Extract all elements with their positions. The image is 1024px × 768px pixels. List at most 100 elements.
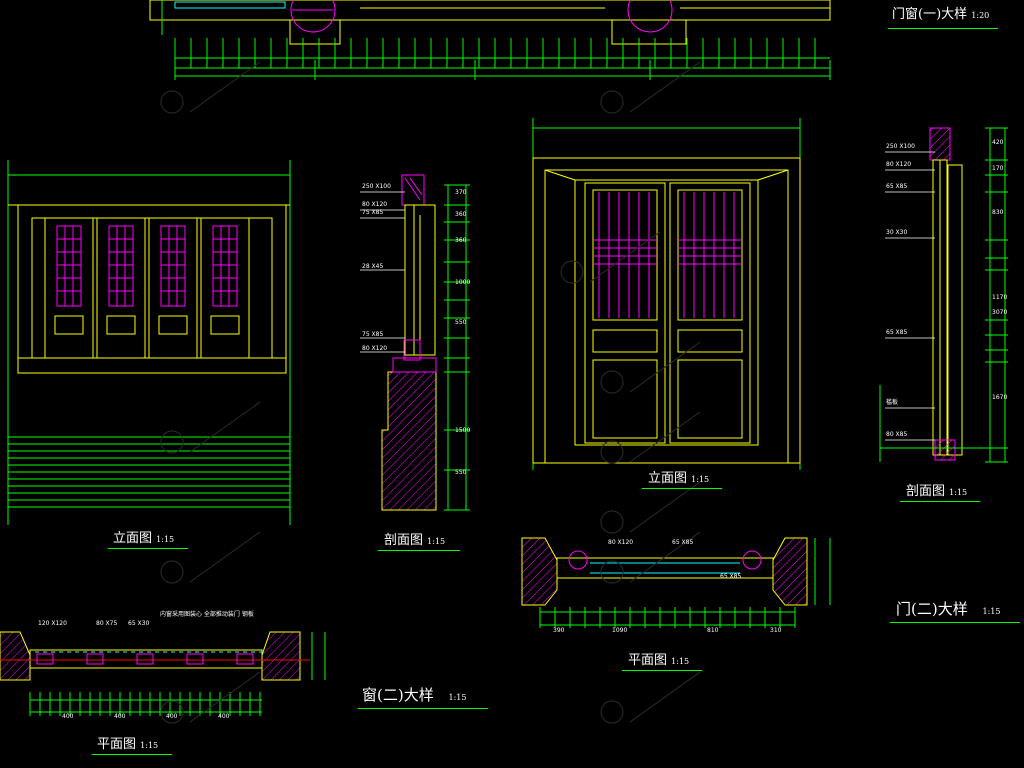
watermark-logo <box>160 430 184 454</box>
dimension-value: 830 <box>992 209 1004 216</box>
dimension-value: 390 <box>553 627 565 634</box>
view-underline <box>642 488 722 489</box>
title-scale: 1:15 <box>982 607 1001 616</box>
plan-post <box>86 653 104 665</box>
leader-annotation: 250 X100 <box>362 183 391 190</box>
door-mid-panel <box>677 329 743 353</box>
door-leaf <box>669 182 751 444</box>
door-upper-panel <box>592 189 658 321</box>
view-elevation-door: 立面图 1:15 <box>648 472 709 485</box>
door-section-right <box>879 127 1008 463</box>
dimension-value: 360 <box>455 211 467 218</box>
view-scale: 1:15 <box>691 475 710 484</box>
leader-annotation: 120 X120 <box>38 620 67 627</box>
leader-annotation: 75 X85 <box>362 209 384 216</box>
dimension-value: 400 <box>218 713 230 720</box>
view-scale: 1:15 <box>949 488 968 497</box>
view-underline <box>378 550 460 551</box>
watermark-logo <box>160 560 184 584</box>
dimension-value: 1090 <box>612 627 628 634</box>
leader-annotation: 28 X45 <box>362 263 384 270</box>
watermark-logo <box>600 90 624 114</box>
plan-post <box>236 653 254 665</box>
leader-annotation: 80 X120 <box>886 161 912 168</box>
dimension-value: 1170 <box>992 294 1008 301</box>
view-scale: 1:15 <box>156 535 175 544</box>
title-underline <box>358 708 488 709</box>
lattice-panel <box>212 225 238 307</box>
title-scale: 1:20 <box>971 11 990 20</box>
door-plan <box>521 537 831 628</box>
title-scale: 1:15 <box>448 693 467 702</box>
title-door-window-1: 门窗(一)大样 1:20 <box>892 8 989 21</box>
dimension-value: 370 <box>455 189 467 196</box>
dimension-value: 170 <box>992 165 1004 172</box>
view-scale: 1:15 <box>427 537 446 546</box>
door-lower-panel <box>677 359 743 439</box>
lattice-panel <box>108 225 134 307</box>
leader-annotation: 80 X85 <box>886 431 908 438</box>
view-name: 平面图 <box>97 737 137 752</box>
view-plan-left: 平面图 1:15 <box>97 738 158 751</box>
dimension-value: 1500 <box>455 427 471 434</box>
plan-note: 内窗采用图装心 全部推动装门 钢板 <box>160 611 254 618</box>
cad-drawing-canvas <box>0 0 1008 724</box>
title-door-2: 门(二)大样 1:15 <box>896 602 1000 617</box>
dimension-value: 810 <box>707 627 719 634</box>
watermark-stroke <box>189 531 261 583</box>
leader-annotation: 65 X85 <box>672 539 694 546</box>
lattice-panel <box>56 225 82 307</box>
leader-annotation: 65 X85 <box>720 573 742 580</box>
plan-post <box>186 653 204 665</box>
watermark-logo <box>600 560 624 584</box>
dimension-value: 400 <box>114 713 126 720</box>
watermark-stroke <box>189 61 261 113</box>
door-leaf <box>584 182 666 444</box>
watermark-logo <box>600 510 624 534</box>
title-text: 窗(二)大样 <box>362 686 434 704</box>
dimension-value: 550 <box>455 469 467 476</box>
view-name: 立面图 <box>648 471 688 486</box>
door-elevation <box>532 118 801 470</box>
view-section-mid: 剖面图 1:15 <box>384 534 445 547</box>
view-scale: 1:15 <box>671 657 690 666</box>
dimension-value: 1670 <box>992 394 1008 401</box>
leader-annotation: 75 X85 <box>362 331 384 338</box>
dimension-value: 550 <box>455 319 467 326</box>
plan-post <box>136 653 154 665</box>
sash-panel <box>210 315 240 335</box>
dimension-value: 400 <box>62 713 74 720</box>
plan-post <box>36 653 54 665</box>
watermark-stroke <box>629 481 701 533</box>
sash-panel <box>54 315 84 335</box>
door-mid-panel <box>592 329 658 353</box>
dimension-value: 420 <box>992 139 1004 146</box>
view-underline <box>900 501 980 502</box>
watermark-stroke <box>629 671 701 723</box>
sash-panel <box>158 315 188 335</box>
watermark-logo <box>160 90 184 114</box>
dimension-value: 3070 <box>992 309 1008 316</box>
window-plan-left <box>0 631 326 716</box>
leader-annotation: 65 X85 <box>886 329 908 336</box>
leader-annotation: 65 X85 <box>886 183 908 190</box>
lattice-panel <box>160 225 186 307</box>
door-lower-panel <box>592 359 658 439</box>
leader-annotation: 80 X120 <box>362 345 388 352</box>
view-section-right: 剖面图 1:15 <box>906 485 967 498</box>
dimension-value: 310 <box>770 627 782 634</box>
window-section-mid <box>360 174 470 511</box>
leader-annotation: 80 X120 <box>608 539 634 546</box>
view-name: 剖面图 <box>384 533 424 548</box>
leader-annotation: 80 X75 <box>96 620 118 627</box>
dimension-value: 400 <box>166 713 178 720</box>
view-scale: 1:15 <box>140 741 159 750</box>
door-upper-panel <box>677 189 743 321</box>
leader-annotation: 65 X30 <box>128 620 150 627</box>
watermark-logo <box>560 260 584 284</box>
sash-panel <box>106 315 136 335</box>
title-window-2: 窗(二)大样 1:15 <box>362 688 466 703</box>
view-underline <box>108 548 188 549</box>
dimension-value: 1000 <box>455 279 471 286</box>
title-text: 门窗(一)大样 <box>892 7 968 22</box>
